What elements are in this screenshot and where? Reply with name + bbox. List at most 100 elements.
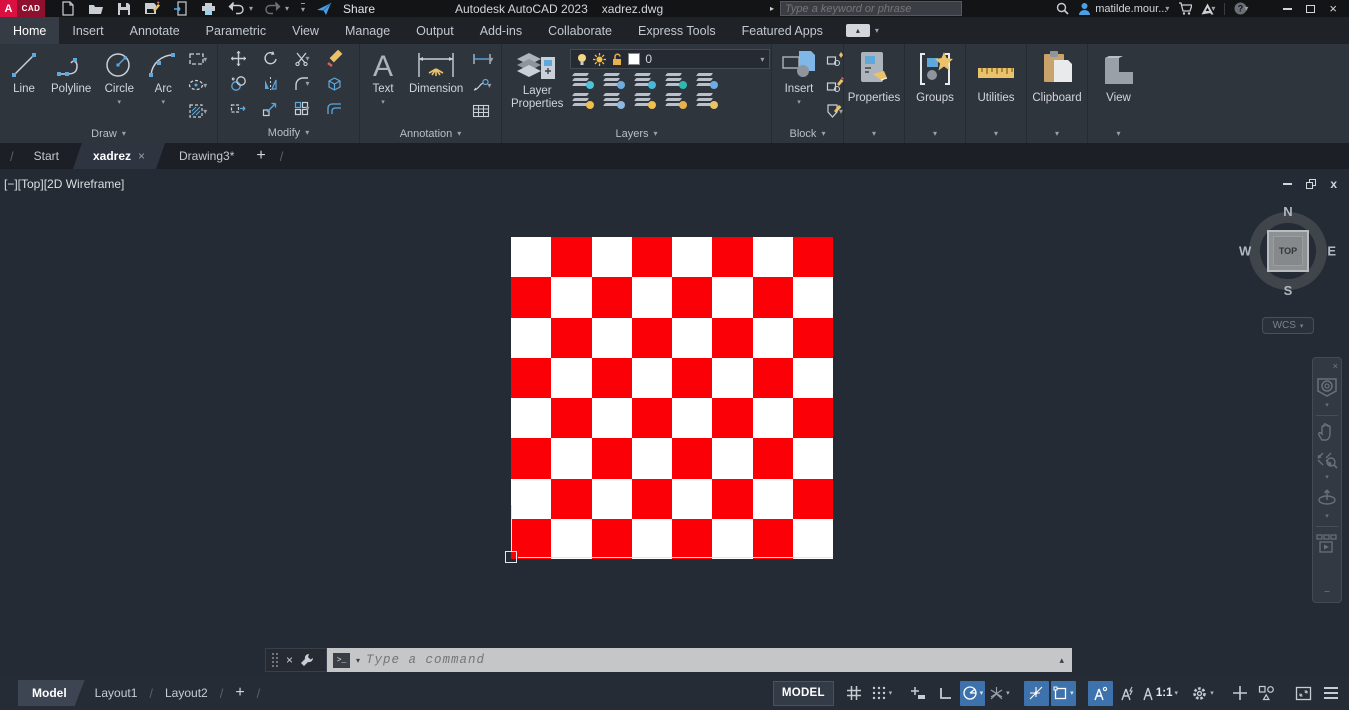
isometric-drafting-toggle[interactable]: ▾ [987,681,1012,706]
app-logo[interactable]: A CAD [0,0,45,17]
new-layout-button[interactable]: + [225,684,254,702]
navigation-bar[interactable]: × ▾ ▾ ▾ − [1312,357,1342,603]
command-customize-wrench-icon[interactable] [300,653,314,667]
layer-properties-button[interactable]: LayerProperties [506,46,568,124]
model-space-toggle[interactable]: MODEL [773,681,834,706]
search-icon[interactable] [1056,2,1069,15]
ribbon-tab-express-tools[interactable]: Express Tools [625,17,729,44]
viewcube[interactable]: N S W E TOP [1242,205,1334,297]
customization-menu-button[interactable] [1318,681,1343,706]
navigation-wheel-button[interactable]: ▾ [1316,376,1338,409]
help-search-input[interactable] [785,3,957,15]
zoom-extents-button[interactable]: ▾ [1316,448,1338,481]
command-close-icon[interactable]: × [286,653,293,667]
checkerboard-drawing[interactable] [511,237,833,559]
close-button[interactable]: × [1329,4,1337,14]
search-expand-icon[interactable]: ▸ [770,4,774,13]
panel-annotation-footer[interactable]: Annotation▾ [360,124,501,143]
autodesk-menu[interactable]: ▾ [1201,3,1215,15]
showmotion-button[interactable] [1316,533,1338,555]
table-tool[interactable] [472,104,490,118]
panel-block-footer[interactable]: Block▾ [772,124,843,143]
redo-button[interactable] [263,1,281,17]
grid-display-toggle[interactable] [842,681,867,706]
ribbon-tab-parametric[interactable]: Parametric [193,17,279,44]
layer-turn-on-icon[interactable] [572,92,594,109]
arc-tool[interactable]: Arc ▾ [142,46,184,124]
undo-button[interactable] [227,1,245,17]
panel-groups[interactable]: Groups ▾ [905,44,966,143]
panel-utilities[interactable]: Utilities ▾ [966,44,1027,143]
annotation-scale-button[interactable]: 1:1▾ [1142,681,1178,706]
scale-tool[interactable] [262,101,278,117]
command-recent-dropdown[interactable]: ▾ [356,656,360,665]
layer-color-swatch[interactable] [628,53,640,65]
layout-tab-layout2[interactable]: Layout2 [155,680,218,706]
command-prompt-icon[interactable]: >_ [333,653,350,668]
create-block-tool[interactable] [826,51,844,67]
ribbon-tab-add-ins[interactable]: Add-ins [467,17,535,44]
drawing-minimize-button[interactable] [1283,183,1292,185]
viewcube-south[interactable]: S [1284,283,1293,298]
command-line-bar[interactable]: × >_ ▾ ▴ [265,648,1072,672]
viewcube-west[interactable]: W [1239,244,1251,259]
copy-tool[interactable] [230,75,247,92]
layout-tab-layout1[interactable]: Layout1 [85,680,148,706]
navbar-collapse-icon[interactable]: − [1324,587,1330,598]
viewcube-north[interactable]: N [1283,204,1292,219]
command-input[interactable] [366,653,1053,667]
rotate-tool[interactable] [262,50,279,67]
transfer-button[interactable] [171,1,189,17]
array-tool[interactable]: ▾ [294,101,309,116]
polar-tracking-toggle[interactable]: ▾ [960,681,985,706]
orbit-button[interactable]: ▾ [1316,487,1338,520]
app-store-cart-icon[interactable] [1178,2,1192,15]
explode-tool[interactable] [326,75,343,92]
object-snap-toggle[interactable]: ▾ [1051,681,1076,706]
panel-draw-footer[interactable]: Draw▾ [0,124,217,143]
save-button[interactable] [115,1,133,17]
ribbon-tab-view[interactable]: View [279,17,332,44]
polyline-tool[interactable]: Polyline [46,46,96,124]
layer-unisolate-icon[interactable] [603,92,625,109]
panel-modify-footer[interactable]: Modify▾ [218,123,359,142]
minimize-button[interactable] [1283,8,1292,10]
layer-combo-dropdown[interactable]: ▾ [760,55,764,64]
share-label[interactable]: Share [343,2,375,16]
ribbon-tab-home[interactable]: Home [0,17,59,44]
layer-delete-icon[interactable] [696,92,718,109]
annotation-visibility-toggle[interactable] [1088,681,1113,706]
panel-layers-footer[interactable]: Layers▾ [502,124,771,143]
object-snap-tracking-toggle[interactable] [1024,681,1049,706]
ribbon-collapse-dropdown[interactable]: ▾ [875,26,879,35]
dimension-tool[interactable]: Dimension [404,46,468,124]
ribbon-tab-collaborate[interactable]: Collaborate [535,17,625,44]
command-input-area[interactable]: >_ ▾ ▴ [327,648,1072,672]
ribbon-tab-insert[interactable]: Insert [59,17,116,44]
dynamic-input-toggle[interactable] [906,681,931,706]
circle-tool[interactable]: Circle ▾ [98,46,140,124]
layer-lock-icon[interactable] [665,72,687,89]
maximize-button[interactable] [1306,5,1315,13]
panel-view[interactable]: View ▾ [1088,44,1149,143]
layer-match-icon[interactable] [696,72,718,89]
save-as-button[interactable] [143,1,161,17]
new-drawing-tab-button[interactable]: + [248,143,273,169]
new-file-button[interactable] [59,1,77,17]
navbar-close-icon[interactable]: × [1333,362,1338,370]
layer-unlock-icon[interactable] [665,92,687,109]
user-account[interactable]: matilde.mour... ▾ [1078,2,1169,15]
stretch-tool[interactable] [230,101,247,116]
viewcube-east[interactable]: E [1327,244,1336,259]
customize-qat-dropdown[interactable]: ▾ [301,3,305,14]
move-tool[interactable] [230,50,247,67]
file-tab-xadrez[interactable]: xadrez× [73,143,165,169]
undo-dropdown[interactable]: ▾ [249,4,253,13]
ribbon-tab-annotate[interactable]: Annotate [117,17,193,44]
layer-isolate-icon[interactable] [603,72,625,89]
layer-off-icon[interactable] [572,72,594,89]
ribbon-tab-featured-apps[interactable]: Featured Apps [729,17,836,44]
ortho-mode-toggle[interactable] [933,681,958,706]
viewcube-top-face[interactable]: TOP [1267,230,1309,272]
panel-properties[interactable]: Properties ▾ [844,44,905,143]
